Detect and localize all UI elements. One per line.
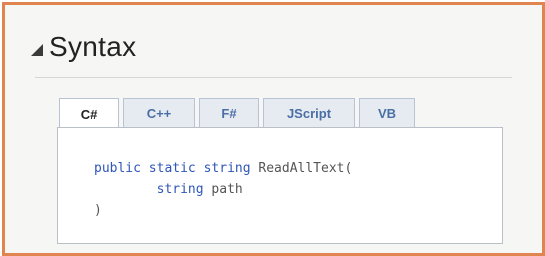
param-type: string (156, 182, 204, 197)
keyword-string: string (203, 161, 251, 176)
section-divider (35, 77, 512, 78)
keyword-static: static (148, 161, 196, 176)
language-tabs: C# C++ F# JScript VB (59, 98, 415, 130)
tab-vb[interactable]: VB (359, 98, 415, 128)
section-header[interactable]: Syntax (31, 31, 136, 63)
section-title: Syntax (49, 31, 137, 62)
closing-paren: ) (94, 203, 102, 218)
keyword-public: public (94, 161, 141, 176)
tab-fsharp[interactable]: F# (199, 98, 259, 128)
param-name: path (211, 182, 243, 197)
method-name: ReadAllText( (258, 161, 353, 176)
code-panel: public static string ReadAllText( string… (57, 127, 503, 244)
collapse-triangle-icon[interactable] (31, 44, 43, 56)
code-block: public static string ReadAllText( string… (94, 158, 352, 221)
syntax-frame: Syntax C# C++ F# JScript VB public stati… (2, 2, 545, 256)
tab-jscript[interactable]: JScript (263, 98, 355, 128)
tab-cpp[interactable]: C++ (123, 98, 195, 128)
tab-csharp[interactable]: C# (59, 98, 119, 130)
